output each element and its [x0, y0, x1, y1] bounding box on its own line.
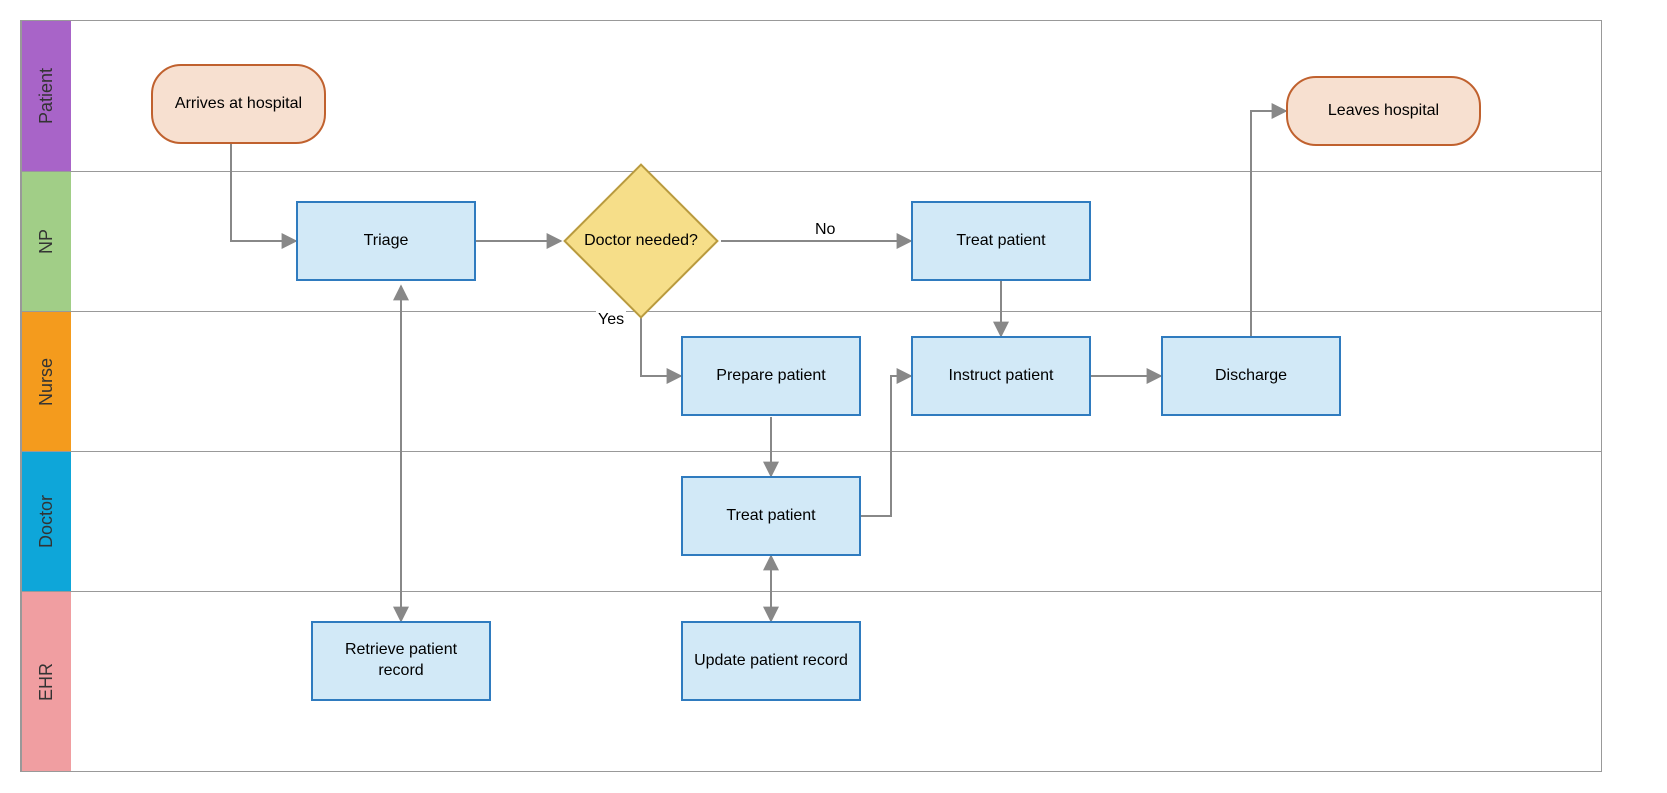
node-leaves: Leaves hospital [1286, 76, 1481, 146]
node-update: Update patient record [681, 621, 861, 701]
lane-header-nurse: Nurse [21, 312, 71, 451]
edge-label-no: No [813, 221, 837, 239]
lane-header-np: NP [21, 172, 71, 311]
node-retrieve: Retrieve patient record [311, 621, 491, 701]
swimlane-diagram: Patient NP Nurse Doctor EHR [20, 20, 1602, 772]
lane-header-doctor: Doctor [21, 452, 71, 591]
node-instruct: Instruct patient [911, 336, 1091, 416]
node-discharge: Discharge [1161, 336, 1341, 416]
node-treat-np: Treat patient [911, 201, 1091, 281]
node-treat-doctor: Treat patient [681, 476, 861, 556]
node-triage: Triage [296, 201, 476, 281]
lane-header-patient: Patient [21, 21, 71, 171]
node-doctor-needed: Doctor needed? [586, 186, 696, 296]
lane-header-ehr: EHR [21, 592, 71, 771]
node-arrives: Arrives at hospital [151, 64, 326, 144]
node-prepare: Prepare patient [681, 336, 861, 416]
edge-label-yes: Yes [596, 311, 626, 329]
decision-label: Doctor needed? [542, 186, 740, 296]
